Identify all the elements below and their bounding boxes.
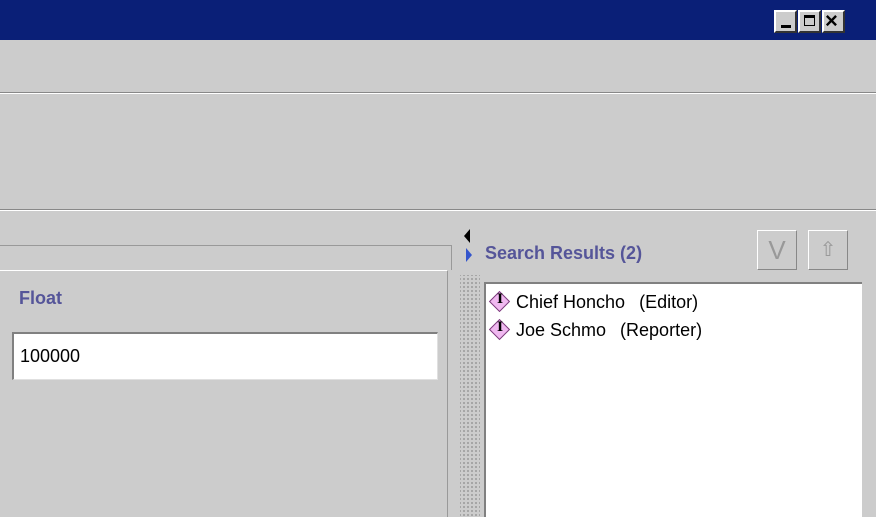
list-item[interactable]: I Joe Schmo (Reporter) — [488, 316, 702, 344]
list-item[interactable]: I Chief Honcho (Editor) — [488, 288, 698, 316]
v-button-label: V — [768, 235, 786, 265]
arrow-right-icon[interactable] — [466, 248, 472, 262]
content-divider — [0, 209, 876, 211]
close-button[interactable]: × — [822, 10, 845, 33]
close-icon: × — [825, 8, 838, 33]
search-results-list[interactable]: I Chief Honcho (Editor) I Joe Schmo (Rep… — [484, 282, 862, 517]
float-field-label: Float — [19, 288, 62, 308]
minimize-button[interactable] — [774, 10, 797, 33]
info-diamond-icon: I — [488, 290, 512, 314]
result-role: (Editor) — [639, 291, 699, 312]
maximize-button[interactable] — [798, 10, 821, 33]
search-results-title: Search Results (2) — [485, 243, 643, 263]
title-bar — [0, 0, 876, 40]
maximize-icon — [804, 15, 815, 26]
v-button[interactable]: V — [757, 230, 797, 270]
up-arrow-icon: ⇧ — [819, 239, 837, 261]
arrow-left-icon[interactable] — [464, 229, 470, 243]
info-diamond-icon: I — [488, 318, 512, 342]
toolbar-divider — [0, 92, 876, 94]
result-name: Chief Honcho — [516, 291, 626, 312]
float-input[interactable] — [12, 332, 438, 380]
result-name: Joe Schmo — [516, 319, 607, 340]
result-role: (Reporter) — [620, 319, 703, 340]
move-up-button[interactable]: ⇧ — [808, 230, 848, 270]
tab-strip — [0, 245, 452, 270]
minimize-icon — [781, 25, 791, 28]
properties-panel — [0, 270, 448, 517]
